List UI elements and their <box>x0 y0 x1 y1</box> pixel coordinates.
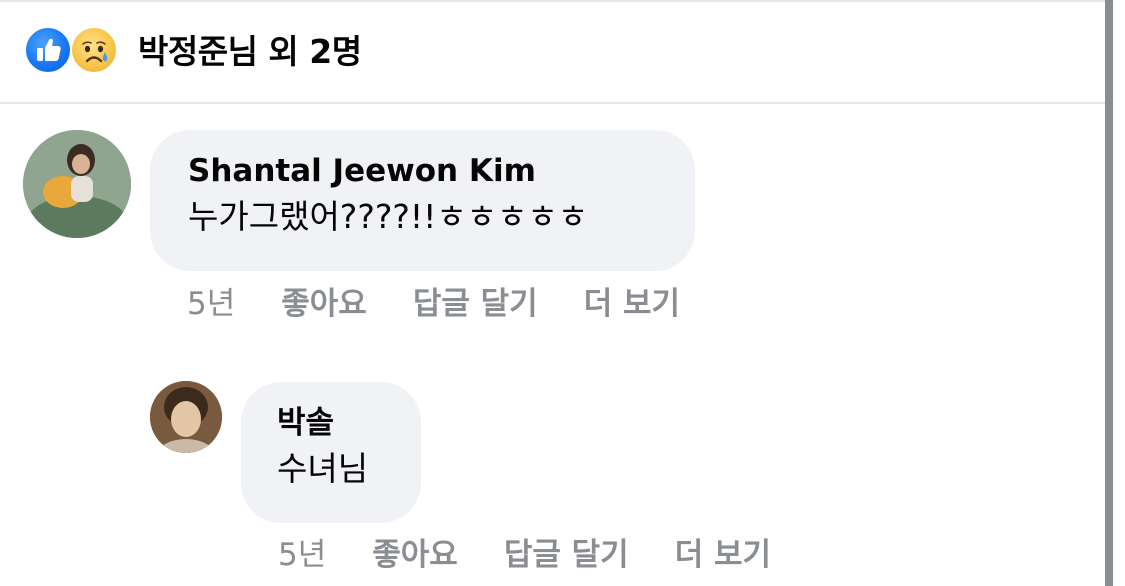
comment-actions: 5년 좋아요 답글 달기 더 보기 <box>187 284 680 324</box>
like-button[interactable]: 좋아요 <box>281 284 367 324</box>
comment-author[interactable]: 박솔 <box>277 402 385 444</box>
see-more-button[interactable]: 더 보기 <box>675 535 771 575</box>
avatar[interactable] <box>150 381 222 453</box>
avatar[interactable] <box>23 130 131 238</box>
comment-time[interactable]: 5년 <box>278 535 326 575</box>
reaction-icons <box>24 26 124 78</box>
reply-button[interactable]: 답글 달기 <box>413 284 538 324</box>
sad-face-icon <box>70 26 118 74</box>
comment-actions: 5년 좋아요 답글 달기 더 보기 <box>278 535 771 575</box>
like-button[interactable]: 좋아요 <box>372 535 458 575</box>
comment-text: 수녀님 <box>277 449 369 488</box>
see-more-button[interactable]: 더 보기 <box>584 284 680 324</box>
like-icon <box>24 26 72 74</box>
comment-time[interactable]: 5년 <box>187 284 235 324</box>
reply-button[interactable]: 답글 달기 <box>504 535 629 575</box>
comment-bubble: Shantal Jeewon Kim 누가그랬어????!!ㅎㅎㅎㅎㅎ <box>150 130 695 271</box>
reactions-bar[interactable]: 박정준님 외 2명 <box>0 0 1105 104</box>
comment-author[interactable]: Shantal Jeewon Kim <box>188 150 657 192</box>
comment-text: 누가그랬어????!!ㅎㅎㅎㅎㅎ <box>188 197 589 236</box>
reply-bubble: 박솔 수녀님 <box>241 382 421 523</box>
scrollbar[interactable] <box>1105 0 1113 586</box>
reaction-summary[interactable]: 박정준님 외 2명 <box>138 30 362 74</box>
